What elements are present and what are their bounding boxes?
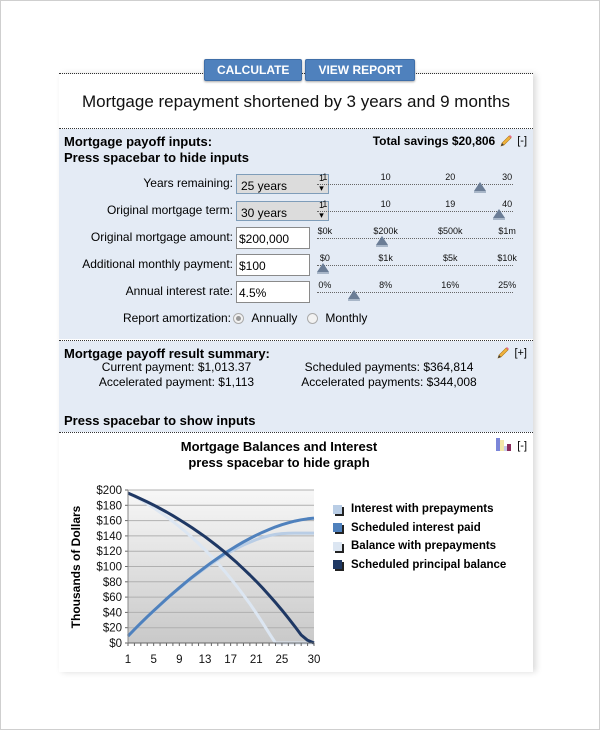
radio-annually[interactable]: Annually (233, 311, 297, 325)
original-term-slider[interactable]: 1 10 19 40 (317, 199, 513, 223)
legend-label: Balance with prepayments (351, 540, 497, 553)
legend-swatch (333, 560, 342, 570)
graph-hide-hint: press spacebar to hide graph (188, 455, 370, 470)
radio-monthly[interactable]: Monthly (307, 311, 367, 325)
slider-tick-label: 1 (322, 199, 328, 209)
hide-inputs-hint: Press spacebar to hide inputs (64, 150, 249, 165)
y-axis-label: Thousands of Dollars (69, 505, 83, 629)
interest-rate-input[interactable]: 4.5% (236, 281, 310, 303)
original-term-label: Original mortgage term: (106, 203, 233, 217)
slider-tick-label: $500k (438, 226, 463, 236)
slider-tick-label: 0% (318, 280, 332, 290)
slider-track (317, 211, 513, 212)
interest-rate-slider[interactable]: 0% 8% 16% 25% (317, 280, 517, 304)
current-payment: Current payment: $1,013.37 (101, 360, 252, 374)
slider-track (317, 265, 513, 266)
legend-item: Balance with prepayments (333, 537, 506, 556)
slider-tick-label: 10 (380, 199, 391, 209)
radio-annually-label: Annually (251, 311, 298, 325)
slider-tick-label: 20 (445, 172, 456, 182)
mortgage-amount-label: Original mortgage amount: (90, 230, 233, 244)
legend-label: Interest with prepayments (351, 503, 494, 516)
graph-collapse-toggle[interactable]: [-] (517, 440, 527, 452)
accelerated-payment: Accelerated payment: $1,113 (98, 375, 255, 389)
slider-track (317, 238, 513, 239)
legend-item: Scheduled interest paid (333, 519, 506, 538)
mortgage-amount-slider[interactable]: $0k $200k $500k $1m (317, 226, 516, 250)
slider-tick-label: 25% (498, 280, 517, 290)
additional-payment-input[interactable]: $100 (236, 254, 310, 276)
slider-tick-label: $1k (378, 253, 393, 263)
radio-monthly-button[interactable] (307, 313, 318, 325)
slider-tick-label: $5k (443, 253, 458, 263)
bar-chart-icon[interactable] (496, 438, 512, 454)
years-remaining-label: Years remaining: (143, 176, 233, 190)
slider-thumb[interactable] (493, 209, 506, 220)
calculate-button[interactable]: CALCULATE (204, 59, 303, 81)
slider-thumb[interactable] (375, 236, 388, 247)
years-remaining-value: 25 years (241, 179, 288, 193)
slider-tick-label: 40 (502, 199, 513, 209)
slider-tick-label: $10k (497, 253, 517, 263)
slider-tick-label: 16% (441, 280, 460, 290)
original-term-select[interactable]: 30 years 1 ▾ (236, 200, 329, 221)
legend-swatch (333, 523, 342, 533)
graph-title-line1: Mortgage Balances and Interest (180, 439, 378, 454)
legend-swatch (333, 504, 342, 514)
toolbar: CALCULATE VIEW REPORT (204, 59, 416, 81)
slider-tick-label: $200k (373, 226, 398, 236)
view-report-button[interactable]: VIEW REPORT (305, 59, 416, 81)
slider-thumb[interactable] (316, 263, 329, 274)
pencil-icon[interactable] (496, 346, 510, 360)
slider-tick-label: 8% (379, 280, 393, 290)
legend-label: Scheduled principal balance (351, 558, 507, 571)
graph-title: Mortgage Balances and Interest press spa… (59, 439, 499, 471)
slider-thumb[interactable] (348, 290, 361, 301)
slider-tick-label: 30 (502, 172, 513, 182)
interest-rate-label: Annual interest rate: (125, 284, 233, 298)
radio-monthly-label: Monthly (325, 311, 368, 325)
summary-expand-toggle[interactable]: [+] (514, 347, 527, 359)
legend-item: Scheduled principal balance (333, 556, 506, 575)
additional-payment-slider[interactable]: $0 $1k $5k $10k (316, 253, 517, 277)
slider-tick-label: 1 (322, 172, 328, 182)
legend-label: Scheduled interest paid (351, 521, 481, 534)
years-remaining-select[interactable]: 25 years 1 ▾ (236, 173, 329, 194)
legend-swatch (333, 541, 342, 551)
slider-tick-label: 19 (445, 199, 456, 209)
summary-section: Mortgage payoff result summary: [+] Curr… (59, 341, 533, 432)
graph-divider (59, 432, 533, 433)
slider-tick-label: $0 (319, 253, 330, 263)
years-remaining-slider[interactable]: 1 10 20 30 (317, 172, 513, 196)
mortgage-amount-input[interactable]: $200,000 (236, 227, 310, 249)
slider-thumb[interactable] (473, 182, 486, 193)
result-headline: Mortgage repayment shortened by 3 years … (81, 92, 511, 111)
chart-legend: Interest with prepayments Scheduled inter… (333, 500, 506, 574)
slider-tick-label: $1m (498, 226, 516, 236)
show-inputs-hint: Press spacebar to show inputs (64, 413, 256, 428)
legend-item: Interest with prepayments (333, 500, 506, 519)
radio-annually-button[interactable] (233, 313, 244, 325)
slider-tick-label: $0k (317, 226, 333, 236)
inputs-section: Mortgage payoff inputs: Press spacebar t… (59, 129, 533, 339)
scheduled-payments: Scheduled payments: $364,814 (304, 360, 474, 374)
original-term-value: 30 years (241, 206, 288, 220)
amortization-label: Report amortization: (122, 311, 231, 325)
additional-payment-label: Additional monthly payment: (82, 257, 233, 271)
inputs-title: Mortgage payoff inputs: (64, 134, 213, 149)
inputs-collapse-toggle[interactable]: [-] (517, 135, 527, 147)
total-savings: Total savings $20,806 (372, 134, 496, 148)
slider-track (317, 292, 513, 293)
pencil-icon[interactable] (499, 134, 513, 148)
slider-tick-label: 10 (380, 172, 391, 182)
accelerated-payments: Accelerated payments: $344,008 (301, 375, 477, 389)
